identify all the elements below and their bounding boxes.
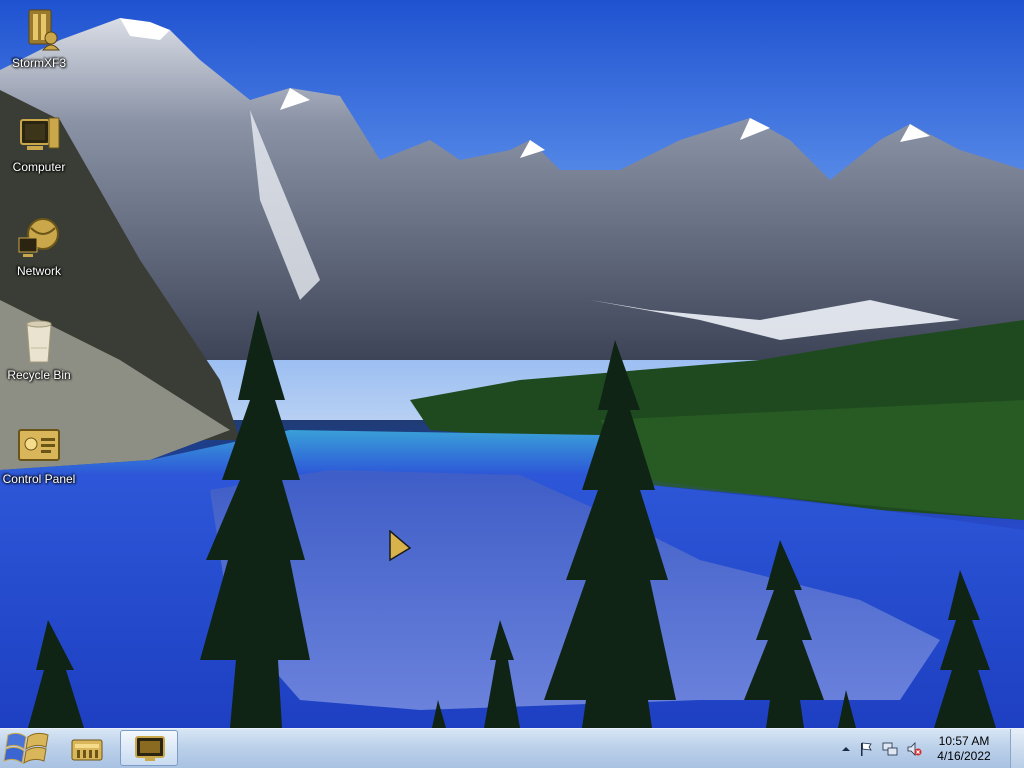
network-icon[interactable] [882, 741, 898, 757]
desktop[interactable]: StormXF3 Computer Network Recycle Bin Co… [0, 0, 1024, 728]
desktop-icon-recycle-bin[interactable]: Recycle Bin [0, 318, 78, 382]
notification-area: 10:57 AM 4/16/2022 [834, 729, 1024, 768]
windows-logo-icon [3, 732, 49, 764]
clock-date: 4/16/2022 [937, 749, 991, 763]
network-icon [18, 218, 59, 257]
mouse-pointer-icon [389, 530, 411, 562]
control-panel-icon [18, 429, 60, 461]
application-icon [28, 9, 61, 51]
desktop-icon-label: Control Panel [2, 472, 76, 486]
system-clock[interactable]: 10:57 AM 4/16/2022 [928, 734, 1000, 764]
desktop-icon-computer[interactable]: Computer [0, 110, 78, 174]
start-button[interactable] [2, 729, 54, 768]
chevron-up-icon[interactable] [838, 741, 854, 757]
desktop-icon-stormxf3[interactable]: StormXF3 [0, 6, 78, 70]
taskbar-pinned-folder[interactable] [58, 730, 116, 766]
flag-icon[interactable] [858, 741, 874, 757]
wallpaper-landscape [0, 0, 1024, 728]
desktop-icon-network[interactable]: Network [0, 214, 78, 278]
show-desktop-button[interactable] [1010, 729, 1024, 768]
desktop-icon-label: StormXF3 [11, 56, 66, 70]
taskbar: 10:57 AM 4/16/2022 [0, 728, 1024, 768]
display-icon [135, 736, 165, 761]
clock-time: 10:57 AM [938, 734, 990, 748]
recycle-bin-icon [26, 320, 52, 363]
desktop-icon-label: Computer [12, 160, 66, 174]
desktop-icon-label: Recycle Bin [7, 368, 71, 382]
desktop-icon-control-panel[interactable]: Control Panel [0, 422, 78, 486]
folder-icon [71, 739, 103, 761]
taskbar-pinned-display[interactable] [120, 730, 178, 766]
desktop-icon-label: Network [16, 264, 61, 278]
volume-muted-icon[interactable] [906, 741, 922, 757]
computer-icon [20, 117, 60, 150]
